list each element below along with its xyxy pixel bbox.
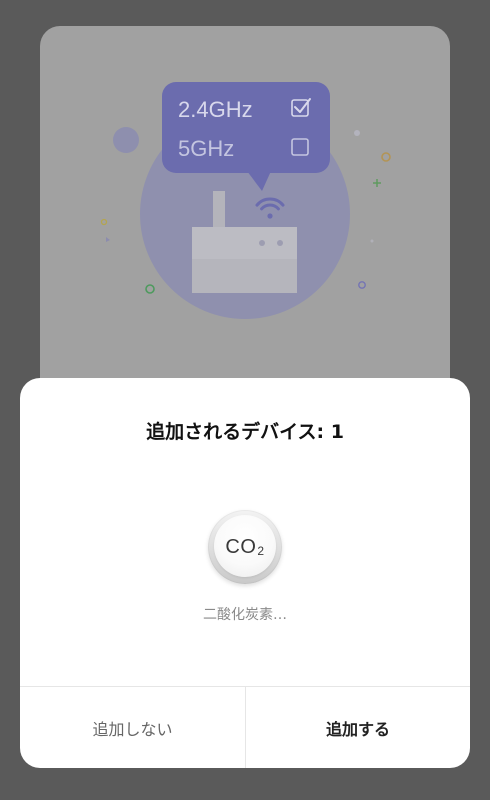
decor-plus-green: [373, 179, 381, 187]
router-led: [277, 240, 283, 246]
band-option-label: 2.4GHz: [178, 97, 253, 122]
decor-circle: [113, 127, 139, 153]
dialog-title: 追加されるデバイス: 1: [146, 421, 344, 443]
add-device-dialog: 追加されるデバイス: 1 CO 2 二酸化炭素… 追加しない 追加する: [20, 378, 470, 768]
decor-ring-purple: [358, 281, 366, 289]
decor-ring-orange: [381, 152, 391, 162]
decor-dot: [354, 130, 360, 136]
decor-dot: [370, 239, 374, 243]
decor-spark: [106, 237, 110, 242]
co2-main-text: CO: [225, 535, 257, 558]
dont-add-button[interactable]: 追加しない: [20, 687, 245, 768]
co2-label: CO 2: [208, 510, 282, 584]
band-option-label: 5GHz: [178, 136, 234, 161]
router-band-illustration: 2.4GHz 5GHz: [100, 82, 391, 319]
wifi-icon-dot: [267, 213, 273, 219]
decor-ring-yellow: [100, 218, 108, 226]
router-antenna: [213, 191, 225, 229]
co2-sensor-icon: CO 2: [208, 510, 282, 584]
device-name: 二酸化炭素…: [203, 607, 287, 623]
decor-ring-green: [145, 284, 155, 294]
co2-subscript-text: 2: [257, 544, 265, 558]
add-button[interactable]: 追加する: [246, 687, 470, 768]
router-led: [259, 240, 265, 246]
